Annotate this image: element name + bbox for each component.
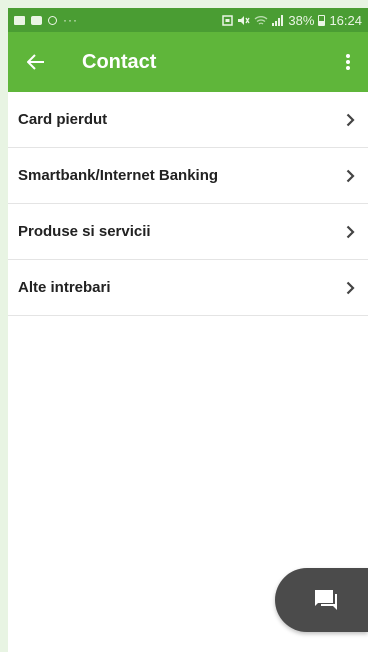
chevron-right-icon (340, 166, 360, 186)
page-title: Contact (82, 50, 157, 73)
chat-fab-button[interactable] (275, 568, 368, 632)
status-circle-icon (48, 15, 57, 25)
chevron-right-icon (340, 222, 360, 242)
chevron-right-icon (340, 110, 360, 130)
arrow-left-icon (27, 54, 44, 70)
gallery-icon (14, 15, 25, 25)
wifi-icon (254, 15, 268, 25)
chevron-right-icon (340, 278, 360, 298)
status-time: 16:24 (329, 12, 362, 28)
mute-icon (238, 15, 250, 25)
more-dots-icon: ··· (63, 13, 78, 27)
list-item-smartbank[interactable]: Smartbank/Internet Banking (8, 148, 368, 204)
list-item-card-pierdut[interactable]: Card pierdut (8, 92, 368, 148)
status-left-icons: ··· (14, 13, 78, 27)
message-icon (31, 15, 42, 25)
list-item-label: Smartbank/Internet Banking (18, 167, 219, 184)
status-right-icons: 38% 16:24 (222, 13, 362, 28)
chat-icon (315, 590, 337, 610)
more-vertical-icon (346, 54, 350, 70)
back-button[interactable] (8, 32, 64, 92)
battery-percent: 38% (288, 12, 315, 28)
list-item-produse-servicii[interactable]: Produse si servicii (8, 204, 368, 260)
battery-icon (318, 14, 326, 26)
list-item-label: Alte intrebari (18, 279, 111, 296)
list-item-label: Card pierdut (18, 111, 108, 128)
list-item-alte-intrebari[interactable]: Alte intrebari (8, 260, 368, 316)
overflow-menu-button[interactable] (328, 32, 368, 92)
sim-icon (222, 14, 234, 26)
signal-icon (272, 14, 284, 26)
app-bar: Contact (8, 32, 368, 92)
list-item-label: Produse si servicii (18, 223, 151, 240)
status-bar: ··· 38% 16:24 (8, 8, 368, 32)
